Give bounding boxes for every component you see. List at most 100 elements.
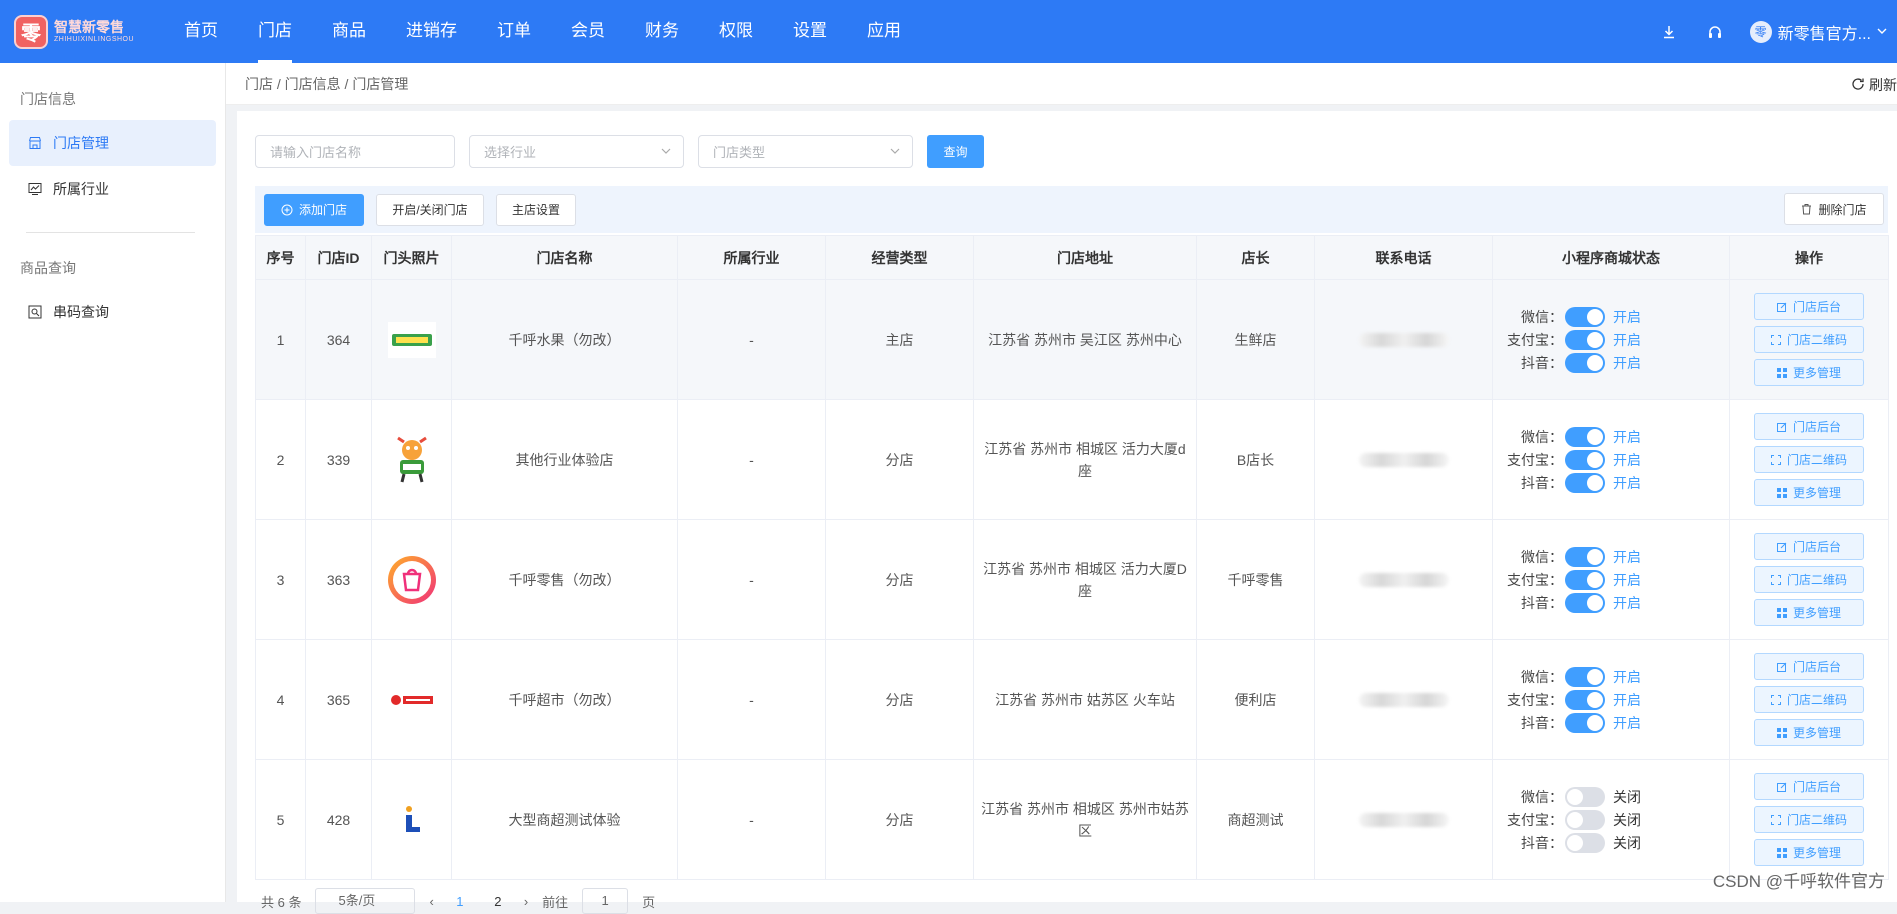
store-qrcode-button[interactable]: 门店二维码	[1754, 686, 1864, 713]
nav-item[interactable]: 门店	[238, 0, 312, 63]
operations-cell: 门店后台门店二维码更多管理	[1730, 400, 1889, 520]
pagination: 共 6 条 5条/页 ‹ 1 2 › 前往 1 页	[261, 888, 655, 914]
headset-icon[interactable]	[1704, 21, 1726, 43]
status-toggle[interactable]	[1565, 473, 1605, 493]
status-label: 支付宝：	[1507, 809, 1563, 831]
nav-item[interactable]: 进销存	[386, 0, 477, 63]
breadcrumb[interactable]: 门店 / 门店信息 / 门店管理	[245, 74, 408, 94]
breadcrumb-bar: 门店 / 门店信息 / 门店管理 刷新	[226, 63, 1897, 105]
table-row[interactable]: 1364千呼水果（勿改）-主店江苏省 苏州市 吴江区 苏州中心生鲜店微信：开启支…	[256, 280, 1889, 400]
nav-item[interactable]: 订单	[477, 0, 551, 63]
store-backend-button[interactable]: 门店后台	[1754, 413, 1864, 440]
mini-program-status: 微信：开启支付宝：开启抖音：开启	[1493, 280, 1730, 400]
status-toggle[interactable]	[1565, 690, 1605, 710]
status-row: 抖音：开启	[1507, 473, 1641, 493]
store-name-input[interactable]: 请输入门店名称	[255, 135, 455, 168]
prev-page-icon[interactable]: ‹	[429, 894, 433, 909]
nav-item[interactable]: 会员	[551, 0, 625, 63]
status-toggle[interactable]	[1565, 547, 1605, 567]
watermark: CSDN @千呼软件官方	[1713, 867, 1885, 892]
more-manage-button[interactable]: 更多管理	[1754, 359, 1864, 386]
phone-cell	[1315, 760, 1493, 880]
sidebar-item[interactable]: 门店管理	[9, 120, 216, 166]
nav-item[interactable]: 财务	[625, 0, 699, 63]
query-button[interactable]: 查询	[927, 135, 984, 168]
store-address: 江苏省 苏州市 相城区 活力大厦D座	[974, 520, 1197, 640]
status-toggle[interactable]	[1565, 787, 1605, 807]
table-row[interactable]: 4365千呼超市（勿改）-分店江苏省 苏州市 姑苏区 火车站便利店微信：开启支付…	[256, 640, 1889, 760]
store-photo	[388, 316, 436, 364]
status-row: 抖音：开启	[1507, 713, 1641, 733]
mini-program-status: 微信：关闭支付宝：关闭抖音：关闭	[1493, 760, 1730, 880]
logo-text: 智慧新零售	[54, 20, 134, 34]
sidebar-item[interactable]: 所属行业	[9, 166, 216, 212]
store-id: 365	[306, 640, 372, 760]
status-toggle[interactable]	[1565, 667, 1605, 687]
store-address: 江苏省 苏州市 相城区 苏州市姑苏区	[974, 760, 1197, 880]
operations-cell: 门店后台门店二维码更多管理	[1730, 760, 1889, 880]
store-qrcode-button[interactable]: 门店二维码	[1754, 446, 1864, 473]
status-toggle[interactable]	[1565, 307, 1605, 327]
more-manage-button[interactable]: 更多管理	[1754, 719, 1864, 746]
toggle-store-button[interactable]: 开启/关闭门店	[376, 194, 484, 226]
status-toggle[interactable]	[1565, 427, 1605, 447]
download-icon[interactable]	[1658, 21, 1680, 43]
store-backend-button[interactable]: 门店后台	[1754, 533, 1864, 560]
store-type-select[interactable]: 门店类型	[698, 135, 913, 168]
qr-scan-icon	[1771, 455, 1781, 465]
status-toggle[interactable]	[1565, 330, 1605, 350]
status-toggle[interactable]	[1565, 570, 1605, 590]
app-logo[interactable]: 零 智慧新零售 ZHIHUIXINLINGSHOU	[14, 15, 154, 49]
status-label: 支付宝：	[1507, 449, 1563, 471]
nav-item[interactable]: 应用	[847, 0, 921, 63]
status-row: 微信：开启	[1507, 307, 1641, 327]
add-store-button[interactable]: 添加门店	[264, 194, 364, 226]
nav-item[interactable]: 首页	[164, 0, 238, 63]
next-page-icon[interactable]: ›	[524, 894, 528, 909]
store-manager: 千呼零售	[1197, 520, 1315, 640]
industry-select[interactable]: 选择行业	[469, 135, 684, 168]
plus-circle-icon	[281, 204, 293, 216]
more-manage-button[interactable]: 更多管理	[1754, 479, 1864, 506]
refresh-button[interactable]: 刷新	[1851, 75, 1897, 95]
page-number[interactable]: 2	[486, 894, 510, 909]
status-row: 支付宝：开启	[1507, 330, 1641, 350]
phone-cell	[1315, 520, 1493, 640]
status-toggle[interactable]	[1565, 353, 1605, 373]
status-toggle[interactable]	[1565, 810, 1605, 830]
page-size-select[interactable]: 5条/页	[315, 888, 415, 914]
shop-icon	[27, 135, 43, 151]
table-body: 1364千呼水果（勿改）-主店江苏省 苏州市 吴江区 苏州中心生鲜店微信：开启支…	[256, 280, 1889, 880]
column-header: 所属行业	[678, 236, 826, 280]
nav-item[interactable]: 商品	[312, 0, 386, 63]
status-toggle[interactable]	[1565, 593, 1605, 613]
table-row[interactable]: 3363千呼零售（勿改）-分店江苏省 苏州市 相城区 活力大厦D座千呼零售微信：…	[256, 520, 1889, 640]
user-menu[interactable]: 零 新零售官方...	[1750, 20, 1887, 44]
store-qrcode-button[interactable]: 门店二维码	[1754, 566, 1864, 593]
table-row[interactable]: 2339其他行业体验店-分店江苏省 苏州市 相城区 活力大厦d座B店长微信：开启…	[256, 400, 1889, 520]
delete-store-button[interactable]: 删除门店	[1784, 193, 1884, 225]
page-jump-input[interactable]: 1	[582, 888, 628, 914]
status-text: 开启	[1613, 472, 1641, 494]
store-qrcode-button[interactable]: 门店二维码	[1754, 806, 1864, 833]
store-backend-button[interactable]: 门店后台	[1754, 293, 1864, 320]
more-manage-button[interactable]: 更多管理	[1754, 599, 1864, 626]
page-number[interactable]: 1	[448, 894, 472, 909]
more-manage-button[interactable]: 更多管理	[1754, 839, 1864, 866]
status-text: 开启	[1613, 449, 1641, 471]
main-store-settings-button[interactable]: 主店设置	[496, 194, 576, 226]
sidebar-item-label: 门店管理	[53, 133, 109, 153]
store-type: 主店	[826, 280, 974, 400]
store-qrcode-button[interactable]: 门店二维码	[1754, 326, 1864, 353]
status-toggle[interactable]	[1565, 833, 1605, 853]
nav-item[interactable]: 设置	[773, 0, 847, 63]
status-toggle[interactable]	[1565, 713, 1605, 733]
sidebar-item[interactable]: 串码查询	[9, 289, 216, 335]
table-row[interactable]: 5428大型商超测试体验-分店江苏省 苏州市 相城区 苏州市姑苏区商超测试微信：…	[256, 760, 1889, 880]
avatar: 零	[1750, 21, 1772, 43]
store-backend-button[interactable]: 门店后台	[1754, 773, 1864, 800]
main-content: 请输入门店名称 选择行业 门店类型 查询 添加门店 开启/关闭门店 主店设置 删…	[237, 111, 1897, 902]
nav-item[interactable]: 权限	[699, 0, 773, 63]
status-toggle[interactable]	[1565, 450, 1605, 470]
store-backend-button[interactable]: 门店后台	[1754, 653, 1864, 680]
